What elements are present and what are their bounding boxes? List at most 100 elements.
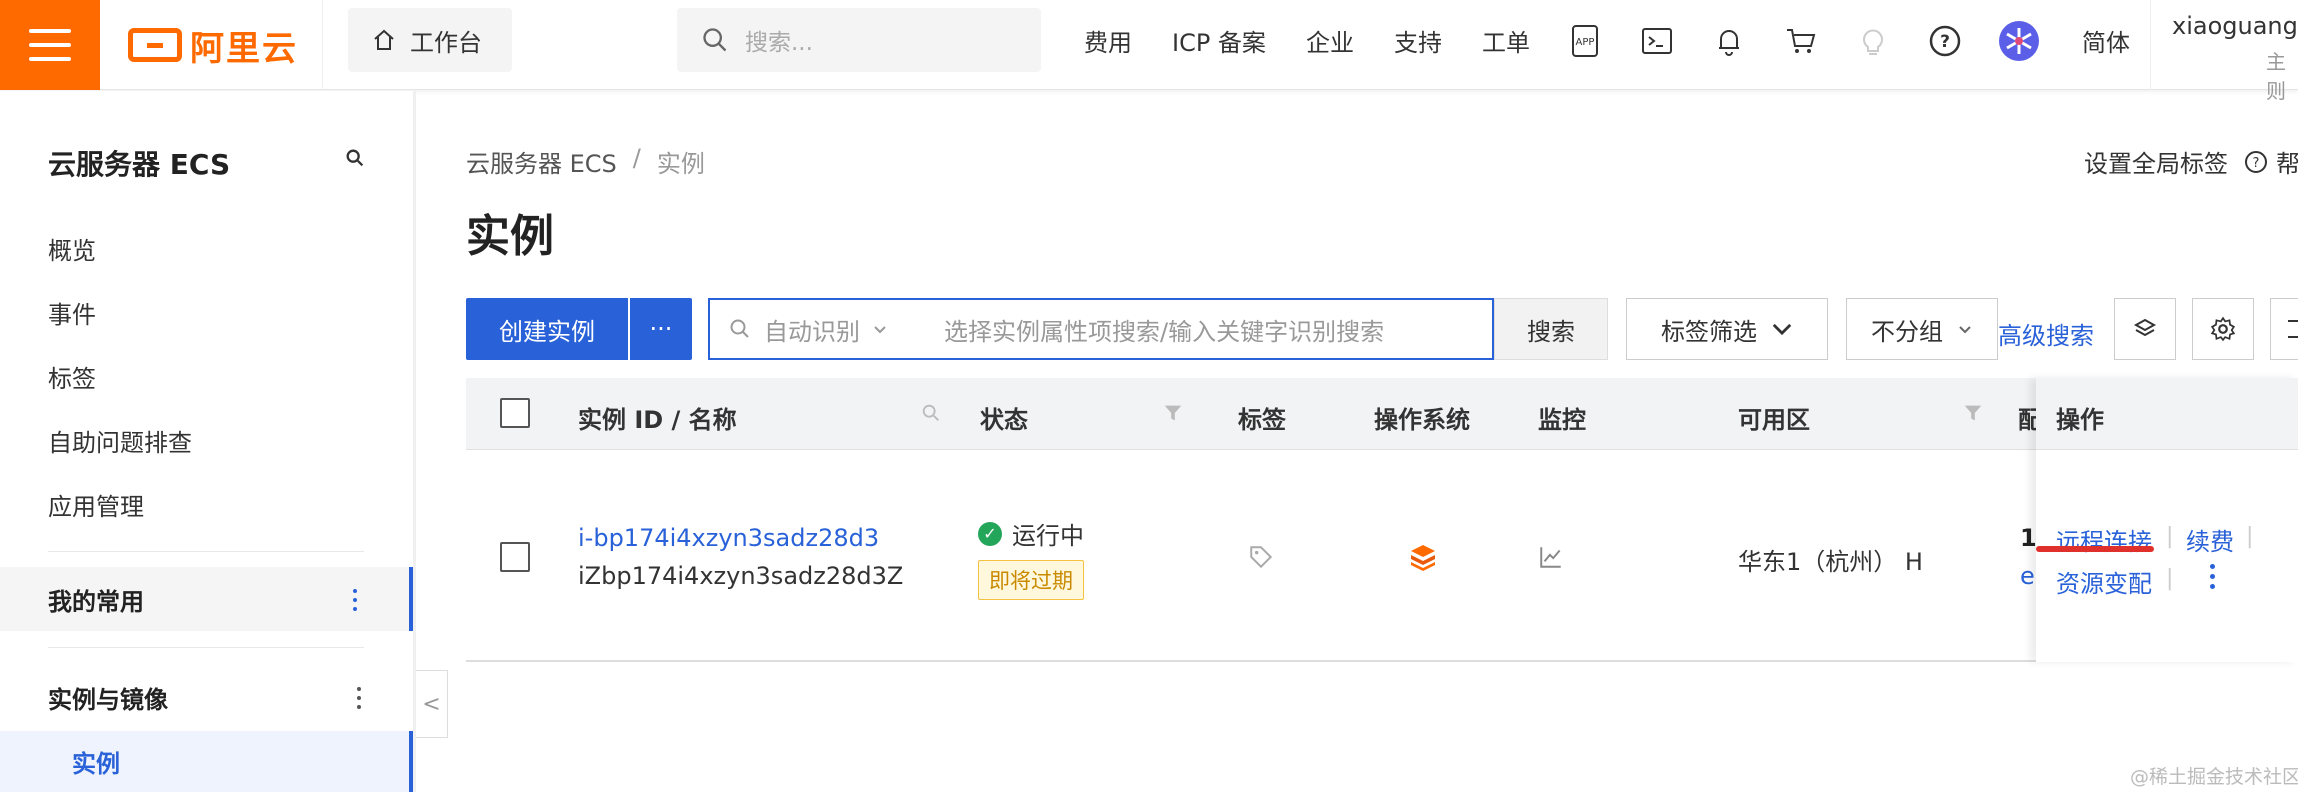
sidebar-divider: [48, 551, 364, 552]
sidebar-search-icon[interactable]: [344, 147, 366, 173]
svg-text:?: ?: [1940, 32, 1950, 52]
help-link[interactable]: 帮: [2276, 144, 2298, 179]
breadcrumb-root[interactable]: 云服务器 ECS: [466, 144, 617, 179]
column-header-zone: 可用区: [1738, 406, 1810, 434]
sidebar-item-app-management[interactable]: 应用管理: [48, 487, 144, 522]
top-bar: 阿里云 工作台 搜索... 费用 ICP 备案 企业 支持 工单 APP ? 简…: [0, 0, 2298, 103]
instance-name: iZbp174i4xzyn3sadz28d3Z: [578, 562, 904, 590]
sidebar-divider: [48, 647, 364, 648]
column-search-icon[interactable]: [920, 402, 942, 424]
aliyun-logo[interactable]: 阿里云: [128, 22, 298, 69]
export-icon: [2288, 320, 2298, 338]
nav-ticket[interactable]: 工单: [1482, 0, 1530, 80]
help-icon[interactable]: ?: [1928, 24, 1962, 58]
config-text: 1: [2020, 524, 2037, 552]
nav-icp[interactable]: ICP 备案: [1172, 0, 1266, 80]
table-header: 实例 ID / 名称 状态 标签 操作系统 监控 可用区 配: [466, 378, 2298, 450]
separator: |: [2246, 524, 2254, 549]
monitor-chart-icon[interactable]: [1538, 544, 1564, 570]
breadcrumb-separator: /: [632, 144, 641, 172]
terminal-icon[interactable]: [1640, 24, 1674, 58]
layers-button[interactable]: [2114, 298, 2176, 360]
user-name[interactable]: xiaoguang0: [2172, 12, 2298, 40]
breadcrumb: 云服务器 ECS / 实例: [466, 144, 705, 179]
highlight-underline: [2036, 546, 2154, 552]
group-select[interactable]: 不分组: [1846, 298, 1998, 360]
select-all-checkbox[interactable]: [500, 398, 530, 428]
filter-funnel-icon[interactable]: [1162, 402, 1184, 424]
export-button[interactable]: [2270, 298, 2298, 360]
more-vertical-icon[interactable]: [357, 687, 361, 709]
sidebar-item-instances[interactable]: 实例: [0, 731, 413, 792]
filter-placeholder: 选择实例属性项搜索/输入关键字识别搜索: [944, 317, 1385, 346]
group-select-label: 不分组: [1871, 317, 1943, 346]
instance-id-link[interactable]: i-bp174i4xzyn3sadz28d3: [578, 524, 879, 552]
more-actions-button[interactable]: ···: [630, 298, 692, 360]
column-header-tags: 标签: [1238, 406, 1286, 434]
sidebar: 云服务器 ECS 概览 事件 标签 自助问题排查 应用管理 我的常用 实例与镜像…: [0, 91, 416, 792]
divider: [322, 0, 323, 90]
help-circle-icon[interactable]: ?: [2244, 150, 2268, 174]
assistant-avatar-icon[interactable]: [1998, 20, 2040, 62]
sidebar-item-overview[interactable]: 概览: [48, 231, 96, 266]
instance-filter-input[interactable]: 自动识别 选择实例属性项搜索/输入关键字识别搜索: [708, 298, 1494, 360]
sidebar-group-favorites[interactable]: 我的常用: [0, 567, 413, 631]
watermark: @稀土掘金技术社区: [2130, 766, 2298, 788]
nav-support[interactable]: 支持: [1394, 0, 1442, 80]
global-tags-link[interactable]: 设置全局标签: [2084, 144, 2228, 179]
global-search-input[interactable]: 搜索...: [677, 8, 1041, 72]
chevron-down-icon: [1959, 326, 1971, 334]
column-header-os: 操作系统: [1374, 406, 1470, 434]
svg-text:APP: APP: [1576, 37, 1595, 48]
menu-button[interactable]: [0, 0, 100, 90]
layers-icon: [2133, 318, 2157, 337]
user-role: 主则: [2266, 50, 2286, 103]
sidebar-item-troubleshoot[interactable]: 自助问题排查: [48, 423, 192, 458]
advanced-search-link[interactable]: 高级搜索: [1998, 316, 2094, 351]
sidebar-group-label: 实例与镜像: [48, 685, 168, 714]
check-circle-icon: ✓: [978, 521, 1002, 546]
actions-column: 操作 远程连接 | 续费 | 资源变配 |: [2036, 378, 2298, 662]
row-checkbox[interactable]: [500, 542, 530, 572]
renew-link[interactable]: 续费: [2186, 522, 2234, 557]
page-title: 实例: [466, 211, 554, 262]
nav-enterprise[interactable]: 企业: [1306, 0, 1354, 80]
tag-icon[interactable]: [1248, 544, 1274, 570]
status-text: 运行中: [1012, 522, 1084, 550]
aliyun-logo-icon: [128, 28, 182, 62]
table-row: i-bp174i4xzyn3sadz28d3 iZbp174i4xzyn3sad…: [466, 450, 2298, 662]
lightbulb-icon[interactable]: [1856, 24, 1890, 58]
workbench-button[interactable]: 工作台: [348, 8, 512, 72]
filter-funnel-icon[interactable]: [1962, 402, 1984, 424]
more-vertical-icon[interactable]: [353, 589, 357, 611]
collapse-sidebar-chevron-left-icon[interactable]: <: [416, 670, 448, 738]
sidebar-item-tags[interactable]: 标签: [48, 359, 96, 394]
bell-icon[interactable]: [1712, 24, 1746, 58]
column-header-actions: 操作: [2056, 406, 2104, 434]
create-instance-button[interactable]: 创建实例: [466, 298, 628, 360]
search-button[interactable]: 搜索: [1494, 298, 1608, 360]
tag-filter-button[interactable]: 标签筛选: [1626, 298, 1828, 360]
page-actions: 设置全局标签 ? 帮: [2084, 144, 2298, 179]
separator: |: [2166, 524, 2174, 549]
auto-detect-select[interactable]: 自动识别: [710, 312, 936, 347]
expiring-badge: 即将过期: [978, 560, 1084, 600]
search-placeholder: 搜索...: [745, 30, 813, 56]
os-aliyun-linux-icon: [1411, 545, 1435, 571]
gear-icon: [2210, 316, 2236, 342]
column-header-id-name: 实例 ID / 名称: [578, 406, 737, 434]
sidebar-item-events[interactable]: 事件: [48, 295, 96, 330]
app-icon[interactable]: APP: [1568, 24, 1602, 58]
more-vertical-icon[interactable]: [2210, 564, 2216, 589]
sidebar-group-instances-images[interactable]: 实例与镜像: [0, 665, 413, 729]
workbench-label: 工作台: [410, 28, 482, 57]
nav-fees[interactable]: 费用: [1084, 0, 1132, 80]
column-header-status: 状态: [980, 406, 1028, 434]
status-cell: ✓ 运行中: [978, 516, 1084, 551]
settings-button[interactable]: [2192, 298, 2254, 360]
sidebar-group-label: 我的常用: [48, 587, 144, 616]
search-icon: [703, 28, 727, 52]
lang-switch[interactable]: 简体: [2082, 0, 2130, 80]
change-config-link[interactable]: 资源变配: [2056, 564, 2152, 599]
cart-icon[interactable]: [1784, 24, 1818, 58]
